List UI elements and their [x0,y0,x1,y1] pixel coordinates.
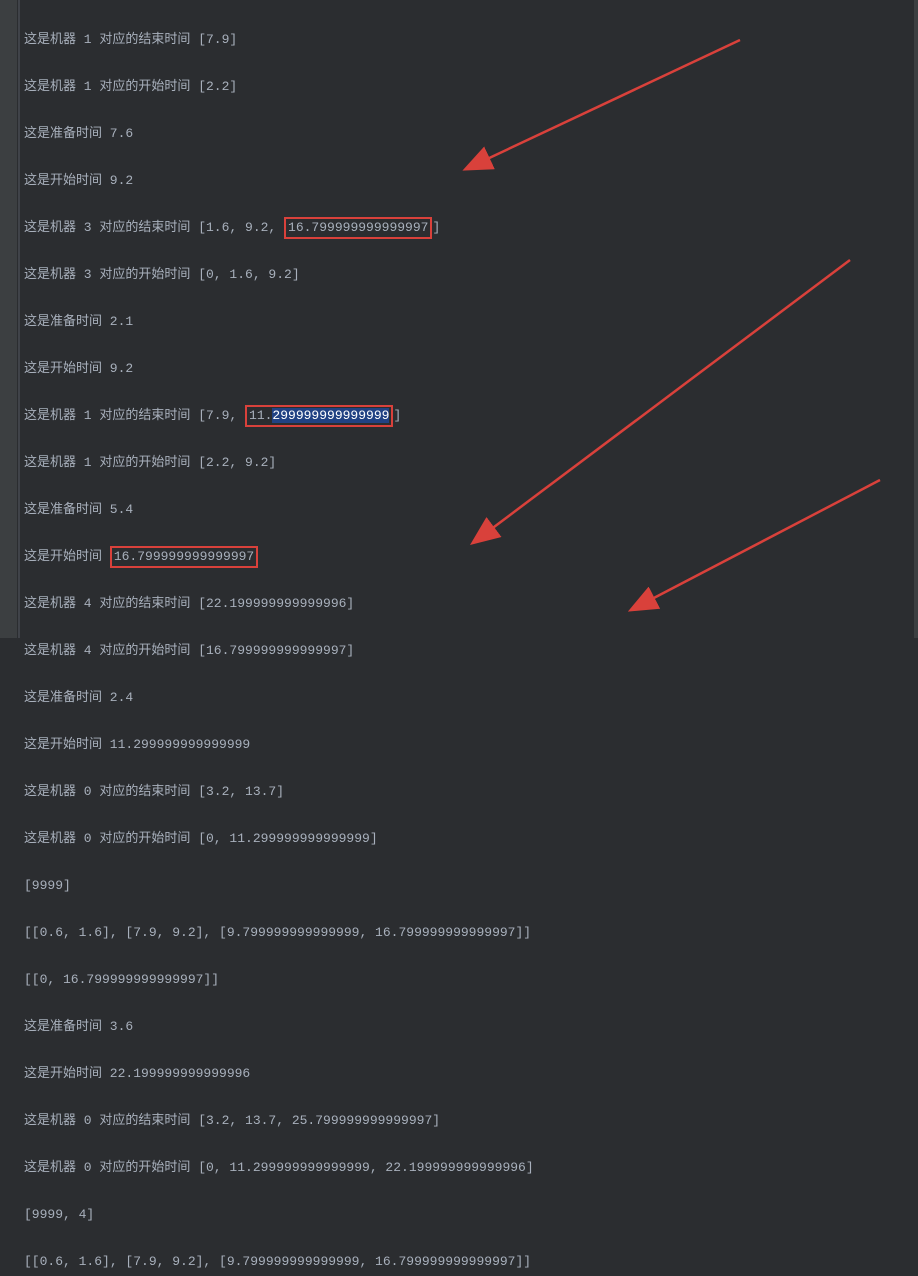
log-line: [[0.6, 1.6], [7.9, 9.2], [9.799999999999… [24,921,916,945]
log-line: [[0.6, 1.6], [7.9, 9.2], [9.799999999999… [24,1250,916,1274]
log-line: 这是机器 3 对应的结束时间 [1.6, 9.2, 16.79999999999… [24,216,916,240]
log-line: 这是准备时间 7.6 [24,122,916,146]
highlight-box: 16.799999999999997 [284,217,432,239]
log-line: 这是机器 0 对应的开始时间 [0, 11.299999999999999, 2… [24,1156,916,1180]
log-line: 这是机器 1 对应的结束时间 [7.9] [24,28,916,52]
log-line: 这是开始时间 16.799999999999997 [24,545,916,569]
log-line: 这是机器 4 对应的开始时间 [16.799999999999997] [24,639,916,663]
log-line: 这是机器 0 对应的结束时间 [3.2, 13.7] [24,780,916,804]
highlight-box: 16.799999999999997 [110,546,258,568]
log-line: 这是机器 1 对应的结束时间 [7.9, 11.299999999999999] [24,404,916,428]
selected-text: 299999999999999 [272,408,389,423]
log-line: 这是准备时间 5.4 [24,498,916,522]
gutter [18,0,20,638]
console-output[interactable]: 这是机器 1 对应的结束时间 [7.9] 这是机器 1 对应的开始时间 [2.2… [24,4,916,638]
log-line: 这是开始时间 9.2 [24,357,916,381]
log-line: 这是机器 1 对应的开始时间 [2.2] [24,75,916,99]
log-line: 这是开始时间 11.299999999999999 [24,733,916,757]
log-line: [[0, 16.799999999999997]] [24,968,916,992]
log-line: 这是准备时间 2.4 [24,686,916,710]
log-line: [9999, 4] [24,1203,916,1227]
log-line: 这是机器 1 对应的开始时间 [2.2, 9.2] [24,451,916,475]
log-line: 这是机器 4 对应的结束时间 [22.199999999999996] [24,592,916,616]
log-line: 这是机器 0 对应的结束时间 [3.2, 13.7, 25.7999999999… [24,1109,916,1133]
log-line: 这是准备时间 2.1 [24,310,916,334]
scrollbar[interactable] [914,0,918,638]
highlight-box: 11.299999999999999 [245,405,393,427]
log-line: 这是开始时间 22.199999999999996 [24,1062,916,1086]
log-line: 这是开始时间 9.2 [24,169,916,193]
log-line: 这是准备时间 3.6 [24,1015,916,1039]
log-line: 这是机器 3 对应的开始时间 [0, 1.6, 9.2] [24,263,916,287]
sidebar [0,0,18,638]
log-line: 这是机器 0 对应的开始时间 [0, 11.299999999999999] [24,827,916,851]
log-line: [9999] [24,874,916,898]
